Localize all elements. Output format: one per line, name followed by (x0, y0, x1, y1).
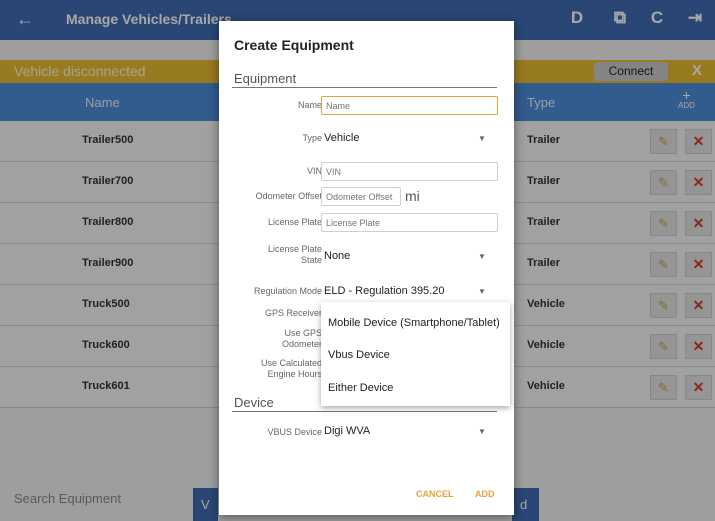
gps-option-either-device[interactable]: Either Device (328, 382, 393, 394)
add-button[interactable]: ADD (475, 489, 495, 499)
use-gps-odometer-label-line1: Use GPS (284, 328, 322, 338)
license-plate-label: License Plate (267, 217, 322, 227)
vin-input[interactable] (321, 162, 498, 181)
use-calculated-engine-hours-label: Use Calculated Engine Hours (222, 358, 322, 380)
regulation-mode-select[interactable]: ELD - Regulation 395.20 (324, 285, 444, 297)
section-divider (232, 411, 497, 412)
vbus-device-select[interactable]: Digi WVA (324, 425, 370, 437)
regulation-mode-label: Regulation Mode (253, 286, 322, 296)
use-calculated-engine-hours-label-line1: Use Calculated (260, 358, 322, 368)
license-plate-state-select[interactable]: None (324, 250, 350, 262)
license-plate-state-label: License Plate State (222, 244, 322, 266)
section-equipment-heading: Equipment (234, 71, 297, 86)
dialog-title: Create Equipment (234, 37, 354, 53)
cancel-button[interactable]: CANCEL (416, 489, 454, 499)
use-calculated-engine-hours-label-line2: Engine Hours (267, 369, 322, 379)
section-device-heading: Device (234, 395, 274, 410)
type-label: Type (302, 133, 322, 143)
gps-option-vbus-device[interactable]: Vbus Device (328, 349, 390, 361)
license-plate-state-label-line1: License Plate (267, 244, 322, 254)
chevron-down-icon: ▼ (478, 427, 486, 436)
section-divider (232, 87, 497, 88)
chevron-down-icon: ▼ (478, 287, 486, 296)
gps-option-mobile-device[interactable]: Mobile Device (Smartphone/Tablet) (328, 317, 500, 329)
odometer-unit: mi (405, 188, 420, 204)
license-plate-input[interactable] (321, 213, 498, 232)
create-equipment-dialog: Create Equipment Equipment Name Type Veh… (219, 21, 514, 515)
odometer-offset-label: Odometer Offset (255, 191, 322, 201)
name-label: Name (297, 100, 322, 110)
type-select[interactable]: Vehicle (324, 132, 359, 144)
use-gps-odometer-label: Use GPS Odometer (222, 328, 322, 350)
use-gps-odometer-label-line2: Odometer (281, 339, 322, 349)
chevron-down-icon: ▼ (478, 134, 486, 143)
chevron-down-icon: ▼ (478, 252, 486, 261)
name-input[interactable] (321, 96, 498, 115)
odometer-offset-input[interactable] (321, 187, 401, 206)
gps-receiver-label: GPS Receiver (264, 308, 322, 318)
gps-receiver-dropdown: Mobile Device (Smartphone/Tablet) Vbus D… (321, 302, 510, 406)
vin-label: VIN (306, 166, 322, 176)
license-plate-state-label-line2: State (300, 255, 322, 265)
vbus-device-label: VBUS Device (267, 427, 322, 437)
